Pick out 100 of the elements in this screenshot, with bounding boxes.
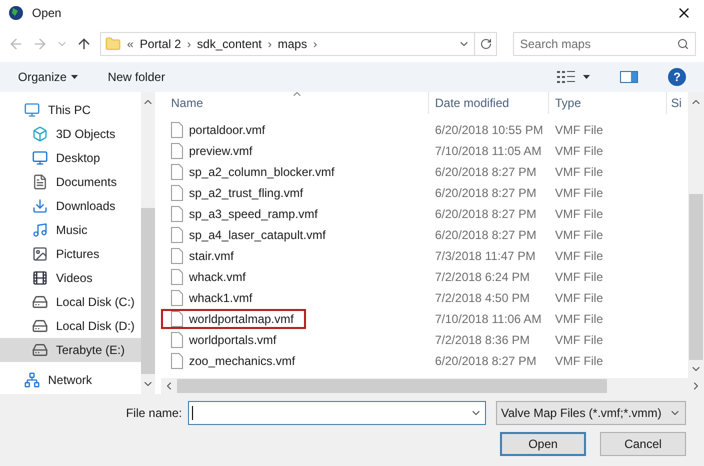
sidebar-item[interactable]: Downloads [0,194,141,218]
file-row[interactable]: whack1.vmf 7/2/2018 4:50 PM VMF File [161,287,688,308]
sidebar-item[interactable]: Local Disk (C:) [0,290,141,314]
file-row[interactable]: zoo_mechanics.vmf 6/20/2018 8:27 PM VMF File [161,350,688,371]
date-modified: 6/20/2018 10:55 PM [434,122,544,138]
new-folder-button[interactable]: New folder [108,68,166,86]
breadcrumb-item[interactable]: Portal 2 [140,35,182,53]
folder-icon [105,36,121,52]
file-icon [171,290,183,306]
date-modified: 7/10/2018 11:06 AM [434,310,543,328]
address-bar[interactable]: « Portal 2 › sdk_content › maps › [100,32,475,56]
help-button[interactable]: ? [668,68,686,86]
breadcrumb-separator[interactable]: › [187,35,192,53]
file-icon [171,122,183,138]
file-name: sp_a4_laser_catapult.vmf [189,226,326,244]
file-name-field[interactable] [188,401,486,425]
file-icon [171,310,183,326]
view-options-button[interactable] [557,71,590,83]
file-name: portaldoor.vmf [189,122,266,138]
file-row[interactable]: stair.vmf 7/3/2018 11:47 PM VMF File [161,245,688,266]
column-header[interactable]: Si [667,92,688,114]
cube-icon [32,126,48,142]
breadcrumb-separator[interactable]: › [313,35,318,53]
file-name: sp_a2_column_blocker.vmf [189,164,334,180]
file-type: VMF File [554,164,604,180]
date-modified: 6/20/2018 8:27 PM [434,352,538,370]
sidebar-item[interactable]: This PC [0,98,141,122]
file-name: sp_a2_trust_fling.vmf [189,184,304,202]
sidebar-item[interactable]: Network [0,368,141,392]
breadcrumb-item[interactable]: maps [278,35,308,53]
file-type: VMF File [554,142,604,160]
window-title: Open [32,5,62,22]
drive-icon [32,294,48,310]
scrollbar[interactable] [688,92,704,378]
sidebar-item[interactable]: Music [0,218,141,242]
file-icon [171,332,183,348]
file-row[interactable]: worldportalmap.vmf 7/10/2018 11:06 AM VMF File [161,308,688,329]
column-header[interactable]: Date modified [429,92,549,114]
date-modified: 7/2/2018 6:24 PM [434,268,531,286]
file-row[interactable]: sp_a4_laser_catapult.vmf 6/20/2018 8:27 PM VMF File [161,224,688,245]
file-icon [171,206,183,222]
breadcrumb-separator[interactable]: › [268,35,272,53]
file-name: zoo_mechanics.vmf [189,352,296,370]
file-name: preview.vmf [189,142,252,160]
column-header[interactable]: Name [161,92,429,114]
drive-icon [32,318,48,334]
file-icon [171,164,183,180]
file-row[interactable]: preview.vmf 7/10/2018 11:05 AM VMF File [161,140,688,161]
sidebar-item[interactable]: Local Disk (D:) [0,314,141,338]
sidebar-item[interactable]: Videos [0,266,141,290]
file-type: VMF File [554,122,604,138]
caret-icon [70,75,78,79]
file-type: VMF File [554,248,604,264]
music-note-icon [32,222,48,238]
file-type: VMF File [554,352,604,370]
search-input[interactable]: Search maps [520,35,677,53]
picture-icon [32,246,48,262]
sidebar-item[interactable]: Terabyte (E:) [0,338,141,362]
horizontal-scrollbar[interactable] [161,378,704,394]
file-name: sp_a3_speed_ramp.vmf [189,206,318,222]
file-row[interactable]: sp_a2_trust_fling.vmf 6/20/2018 8:27 PM VMF File [161,182,688,203]
document-icon [32,174,48,190]
file-row[interactable]: sp_a2_column_blocker.vmf 6/20/2018 8:27 PM VMF File [161,161,688,182]
file-name-label: File name: [126,405,182,422]
organize-menu[interactable]: Organize [18,68,78,86]
column-header[interactable]: Type [549,92,667,114]
file-type: VMF File [554,226,604,244]
breadcrumb-item[interactable]: sdk_content [197,35,262,53]
file-row[interactable]: whack.vmf 7/2/2018 6:24 PM VMF File [161,266,688,287]
computer-icon [24,102,40,118]
search-field[interactable]: Search maps [513,32,696,56]
sidebar-item[interactable]: Documents [0,170,141,194]
file-row[interactable]: worldportals.vmf 7/2/2018 8:36 PM VMF File [161,329,688,350]
sidebar-item[interactable]: 3D Objects [0,122,141,146]
date-modified: 7/10/2018 11:05 AM [434,142,543,160]
file-icon [171,184,183,200]
date-modified: 6/20/2018 8:27 PM [434,184,538,202]
file-type-dropdown[interactable]: Valve Map Files (*.vmf;*.vmm) [496,401,686,425]
file-type: VMF File [554,290,604,306]
preview-pane-icon [620,71,638,83]
file-name: stair.vmf [189,248,234,264]
file-name: worldportalmap.vmf [189,310,294,328]
file-row[interactable]: sp_a3_speed_ramp.vmf 6/20/2018 8:27 PM VMF File [161,203,688,224]
file-row[interactable]: portaldoor.vmf 6/20/2018 10:55 PM VMF File [161,119,688,140]
file-name: whack.vmf [189,268,246,286]
file-type: VMF File [554,332,604,348]
film-icon [32,270,48,286]
open-button[interactable]: Open [500,432,586,456]
file-icon [171,248,183,264]
scrollbar[interactable] [141,92,155,394]
overflow-chevron[interactable]: « [127,35,134,53]
sidebar-item[interactable]: Pictures [0,242,141,266]
file-type: VMF File [554,268,604,286]
preview-pane-button[interactable] [620,71,638,83]
file-type: VMF File [554,184,604,202]
refresh-button[interactable] [475,32,497,56]
file-icon [171,268,183,284]
sidebar-item[interactable]: Desktop [0,146,141,170]
cancel-button[interactable]: Cancel [600,432,686,456]
up-button[interactable] [76,36,92,52]
